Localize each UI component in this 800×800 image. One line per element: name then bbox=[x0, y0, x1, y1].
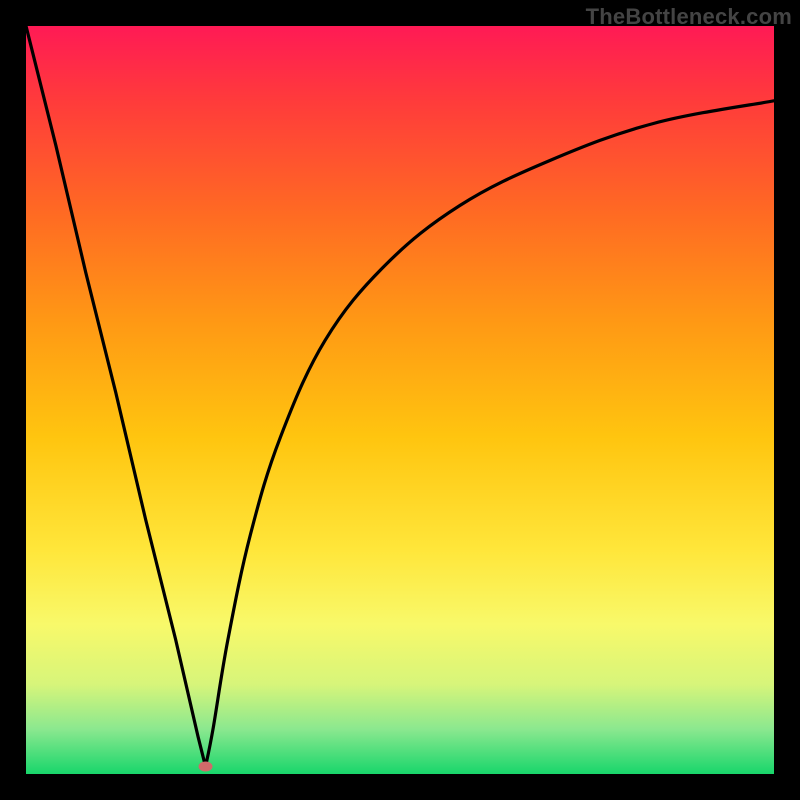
chart-background bbox=[26, 26, 774, 774]
chart-frame: TheBottleneck.com bbox=[0, 0, 800, 800]
minimum-marker bbox=[199, 762, 213, 772]
bottleneck-chart bbox=[26, 26, 774, 774]
